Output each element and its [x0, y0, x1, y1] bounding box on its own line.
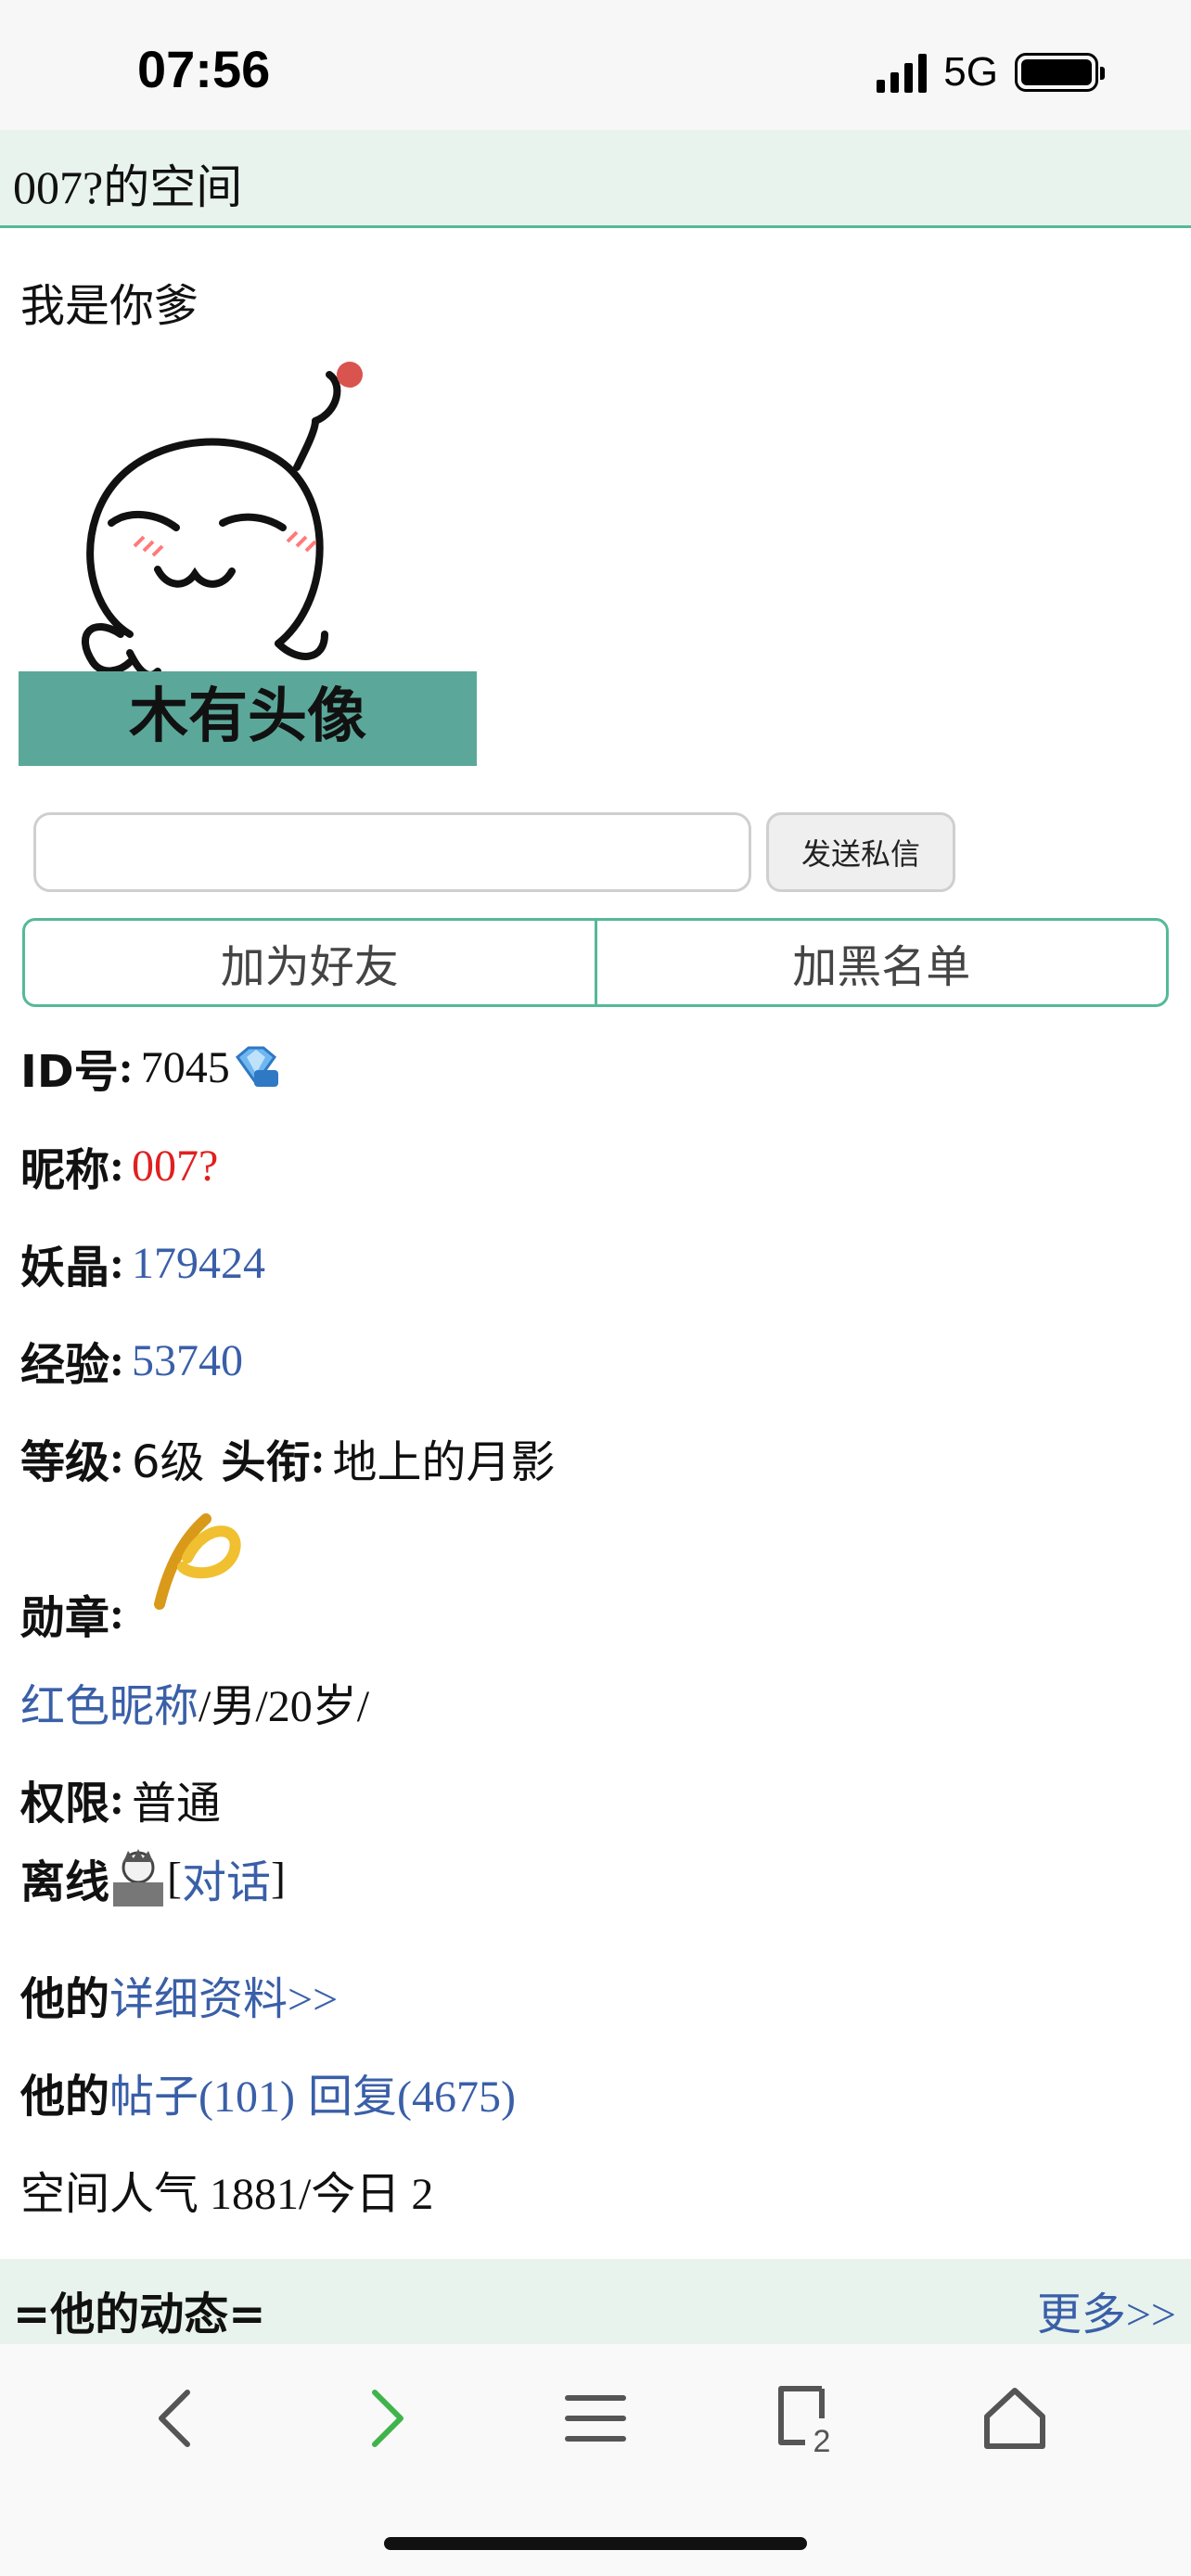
- diamond-vip-icon: [235, 1046, 278, 1087]
- crystals-link[interactable]: 179424: [132, 1238, 265, 1289]
- tab-count: 2: [813, 2424, 831, 2455]
- action-button-group: 加为好友 加黑名单: [22, 918, 1169, 1007]
- activity-more-link[interactable]: 更多>>: [1037, 2277, 1176, 2342]
- menu-icon[interactable]: [558, 2381, 633, 2455]
- signal-icon: [877, 52, 928, 93]
- page-title: 007?的空间: [13, 161, 243, 213]
- user-signature: 我是你爹: [20, 280, 199, 332]
- blacklist-button[interactable]: 加黑名单: [594, 921, 1167, 1004]
- medal-icon[interactable]: [141, 1502, 243, 1613]
- forward-icon[interactable]: [349, 2381, 423, 2455]
- title-value: 地上的月影: [332, 1436, 556, 1488]
- add-friend-button[interactable]: 加为好友: [25, 921, 595, 1004]
- crystals-row: 妖晶: 179424: [20, 1238, 265, 1294]
- details-link[interactable]: 详细资料>>: [109, 1962, 338, 2027]
- status-bar: 07:56 5G: [0, 0, 1191, 130]
- replies-link[interactable]: 回复(4675): [308, 2060, 516, 2124]
- level-row: 等级: 6级 头衔: 地上的月影: [20, 1425, 556, 1490]
- header-bar: 007?的空间: [0, 130, 1191, 228]
- online-status: 离线: [20, 1856, 110, 1908]
- back-icon[interactable]: [139, 2381, 213, 2455]
- avatar-caption: 木有头像: [129, 682, 366, 751]
- permission-row: 权限: 普通: [20, 1766, 221, 1831]
- status-icons: 5G: [877, 46, 1105, 98]
- activity-bar: =他的动态= 更多>>: [0, 2259, 1191, 2344]
- private-message-input[interactable]: [33, 812, 751, 892]
- tags-row: 红色昵称 /男/20岁/: [20, 1669, 369, 1734]
- red-nickname-link[interactable]: 红色昵称: [20, 1669, 198, 1734]
- experience-link[interactable]: 53740: [132, 1335, 243, 1386]
- experience-row: 经验: 53740: [20, 1335, 243, 1392]
- gender-age-text: /男/20岁/: [198, 1682, 370, 1731]
- battery-icon: [1015, 53, 1105, 92]
- home-indicator[interactable]: [384, 2537, 807, 2550]
- avatar: 木有头像: [19, 362, 477, 766]
- id-row: ID号: 7045: [20, 1035, 280, 1100]
- details-row: 他的 详细资料>>: [20, 1962, 338, 2027]
- send-message-button[interactable]: 发送私信: [766, 812, 955, 892]
- id-label: ID号: [20, 1046, 119, 1098]
- home-icon[interactable]: [978, 2381, 1052, 2455]
- medals-row: 勋章:: [20, 1502, 243, 1651]
- nickname-row: 昵称: 007?: [20, 1141, 219, 1197]
- tabs-icon[interactable]: 2: [768, 2381, 842, 2455]
- network-label: 5G: [943, 49, 998, 95]
- status-time: 07:56: [137, 40, 271, 98]
- level-value: 6级: [132, 1436, 205, 1488]
- id-value: 7045: [140, 1042, 230, 1092]
- online-row: 离线 [对话]: [20, 1845, 286, 1910]
- nickname-value: 007?: [132, 1141, 219, 1191]
- popularity-row: 空间人气 1881/今日 2: [20, 2170, 434, 2219]
- activity-title: =他的动态=: [13, 2289, 266, 2340]
- posts-row: 他的 帖子(101) 回复(4675): [20, 2060, 516, 2124]
- chat-link[interactable]: 对话: [182, 1845, 271, 1910]
- posts-link[interactable]: 帖子(101): [109, 2060, 295, 2124]
- permission-value: 普通: [132, 1778, 222, 1830]
- face-avatar-icon: [113, 1849, 164, 1906]
